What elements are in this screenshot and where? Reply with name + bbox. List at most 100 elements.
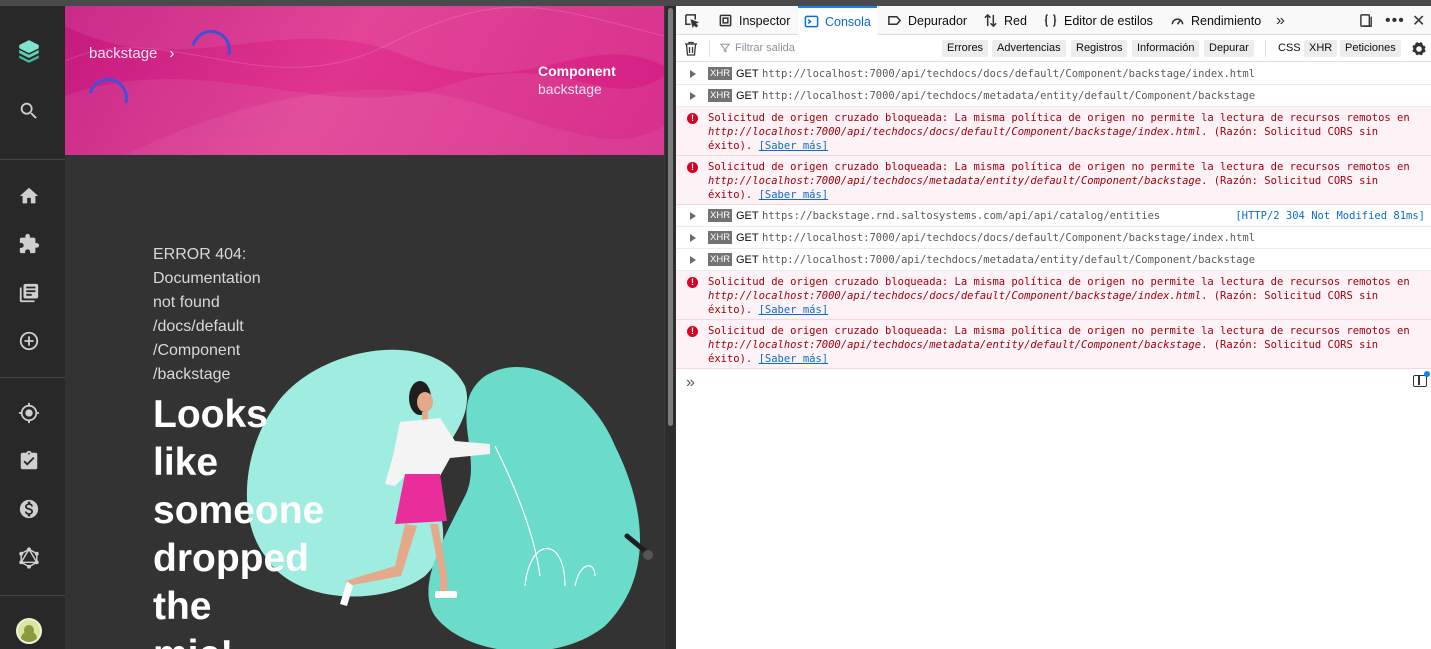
request-url[interactable]: http://localhost:7000/api/techdocs/docs/… <box>762 231 1255 245</box>
headline-line: someone <box>153 489 325 532</box>
error-text: Solicitud de origen cruzado bloqueada: L… <box>708 325 1410 337</box>
entity-name-label: backstage <box>538 81 602 97</box>
tab-performance-label: Rendimiento <box>1191 13 1262 28</box>
console-input-prompt[interactable]: » <box>686 374 695 392</box>
tab-style-editor-label: Editor de estilos <box>1064 13 1153 28</box>
tab-debugger[interactable]: Depurador <box>887 6 967 35</box>
error-text: Solicitud de origen cruzado bloqueada: L… <box>708 276 1410 288</box>
filter-logs-button[interactable]: Registros <box>1071 40 1128 57</box>
breadcrumb: backstage › <box>89 45 174 62</box>
library-icon[interactable] <box>14 278 44 308</box>
add-circle-icon[interactable] <box>14 326 44 356</box>
page-header: backstage › Component backstage <box>65 6 664 155</box>
request-method: GET <box>736 90 759 102</box>
tab-performance[interactable]: Rendimiento <box>1170 6 1261 35</box>
headline-line: mic! <box>153 631 333 649</box>
filter-css-button[interactable]: CSS <box>1273 40 1306 57</box>
avatar[interactable] <box>16 618 42 644</box>
graphql-icon[interactable] <box>14 543 44 573</box>
assignment-check-icon[interactable] <box>14 446 44 476</box>
console-row-xhr[interactable]: XHR GET http://localhost:7000/api/techdo… <box>676 63 1431 85</box>
request-url[interactable]: http://localhost:7000/api/techdocs/metad… <box>762 89 1255 103</box>
request-url[interactable]: http://localhost:7000/api/techdocs/metad… <box>762 253 1255 267</box>
tab-console[interactable]: Consola <box>798 6 877 35</box>
headline-line: the <box>153 585 212 628</box>
tab-console-label: Consola <box>825 14 871 29</box>
xhr-badge: XHR <box>708 231 733 244</box>
backstage-logo-icon[interactable] <box>14 36 44 66</box>
toolbar-separator <box>709 40 710 57</box>
main-scrollbar[interactable] <box>664 6 676 649</box>
more-tabs-icon[interactable]: » <box>1276 6 1285 35</box>
entity-kind-label: Component <box>538 63 616 79</box>
console-sidebar-toggle-icon[interactable] <box>1413 371 1430 387</box>
filter-icon <box>720 43 730 53</box>
learn-more-link[interactable]: [Saber más] <box>759 189 829 201</box>
tab-network-label: Red <box>1004 13 1027 28</box>
sidebar-divider <box>0 377 65 378</box>
devtools-panel: Inspector Consola Depurador Red Editor d… <box>676 6 1431 649</box>
sidebar-divider <box>0 159 65 160</box>
xhr-badge: XHR <box>708 253 733 266</box>
close-icon[interactable]: ✕ <box>1412 6 1425 35</box>
learn-more-link[interactable]: [Saber más] <box>759 140 829 152</box>
puzzle-icon[interactable] <box>14 229 44 259</box>
error-text: Solicitud de origen cruzado bloqueada: L… <box>708 161 1410 173</box>
filter-xhr-button[interactable]: XHR <box>1304 40 1338 57</box>
request-method: GET <box>736 210 759 222</box>
error-text: Solicitud de origen cruzado bloqueada: L… <box>708 112 1410 124</box>
console-row-xhr[interactable]: XHR GET http://localhost:7000/api/techdo… <box>676 227 1431 249</box>
search-icon[interactable] <box>14 96 44 126</box>
error-icon: ! <box>687 162 698 173</box>
filter-info-button[interactable]: Información <box>1132 40 1200 57</box>
devtools-toolbar: Inspector Consola Depurador Red Editor d… <box>676 6 1431 35</box>
request-url[interactable]: https://backstage.rnd.saltosystems.com/a… <box>762 209 1160 223</box>
element-picker-button[interactable] <box>684 6 699 35</box>
console-row-xhr[interactable]: XHR GET http://localhost:7000/api/techdo… <box>676 249 1431 271</box>
error-code-line: not found <box>153 294 220 311</box>
dollar-icon[interactable] <box>14 494 44 524</box>
error-url: http://localhost:7000/api/techdocs/docs/… <box>708 290 1202 302</box>
tab-network[interactable]: Red <box>983 6 1027 35</box>
headline-line: Looks <box>153 393 268 436</box>
xhr-badge: XHR <box>708 67 733 80</box>
tab-debugger-label: Depurador <box>908 13 968 28</box>
breadcrumb-separator-icon: › <box>169 45 175 62</box>
filter-requests-button[interactable]: Peticiones <box>1340 40 1401 57</box>
more-options-icon[interactable]: ••• <box>1385 6 1405 35</box>
gear-icon[interactable] <box>1411 41 1427 57</box>
filter-debug-button[interactable]: Depurar <box>1204 40 1254 57</box>
response-status: [HTTP/2 304 Not Modified 81ms] <box>1235 210 1425 222</box>
breadcrumb-item-backstage[interactable]: backstage <box>89 45 157 62</box>
dock-side-icon[interactable] <box>1359 6 1374 35</box>
error-message-text: Solicitud de origen cruzado bloqueada: L… <box>708 324 1426 366</box>
tab-inspector-label: Inspector <box>739 13 791 28</box>
expand-triangle-icon[interactable] <box>690 212 696 220</box>
error-message-text: Solicitud de origen cruzado bloqueada: L… <box>708 275 1426 317</box>
tab-inspector[interactable]: Inspector <box>718 6 790 35</box>
expand-triangle-icon[interactable] <box>690 92 696 100</box>
console-row-xhr[interactable]: XHR GET http://localhost:7000/api/techdo… <box>676 85 1431 107</box>
app-sidebar <box>0 6 65 649</box>
error-headline: Looks like someone dropped the mic! <box>153 391 333 649</box>
scrollbar-thumb[interactable] <box>668 8 673 426</box>
learn-more-link[interactable]: [Saber más] <box>759 304 829 316</box>
filter-warnings-button[interactable]: Advertencias <box>992 40 1066 57</box>
expand-triangle-icon[interactable] <box>690 256 696 264</box>
filter-errors-button[interactable]: Errores <box>942 40 989 57</box>
console-row-error: ! Solicitud de origen cruzado bloqueada:… <box>676 320 1431 369</box>
trash-icon[interactable] <box>684 41 698 56</box>
radar-icon[interactable] <box>14 398 44 428</box>
error-message-text: Solicitud de origen cruzado bloqueada: L… <box>708 111 1426 153</box>
expand-triangle-icon[interactable] <box>690 70 696 78</box>
learn-more-link[interactable]: [Saber más] <box>759 353 829 365</box>
filter-input[interactable]: Filtrar salida <box>720 42 795 54</box>
request-url[interactable]: http://localhost:7000/api/techdocs/docs/… <box>762 67 1255 81</box>
home-icon[interactable] <box>14 181 44 211</box>
main-content: backstage › Component backstage ERROR 40… <box>65 6 664 649</box>
tab-style-editor[interactable]: Editor de estilos <box>1043 6 1153 35</box>
console-row-error: ! Solicitud de origen cruzado bloqueada:… <box>676 107 1431 156</box>
expand-triangle-icon[interactable] <box>690 234 696 242</box>
error-url: http://localhost:7000/api/techdocs/metad… <box>708 339 1202 351</box>
console-row-xhr[interactable]: XHR GET https://backstage.rnd.saltosyste… <box>676 205 1431 227</box>
